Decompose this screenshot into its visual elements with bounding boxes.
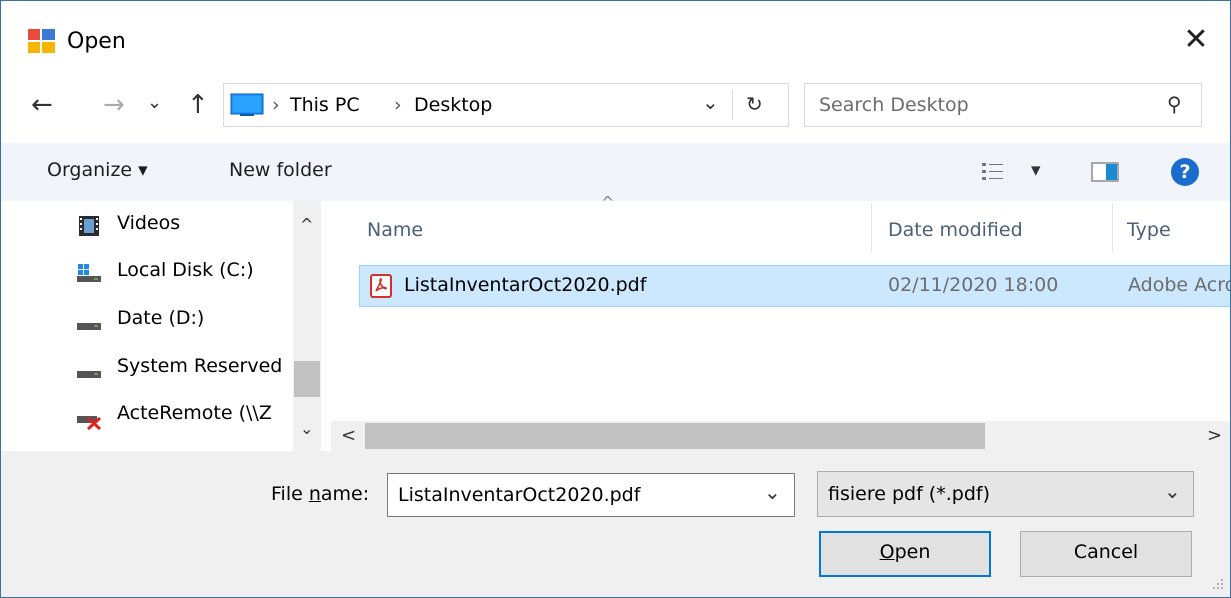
drive-icon (76, 357, 102, 381)
sidebar-item-date-drive[interactable]: Date (D:) (71, 299, 311, 345)
file-name-label-start: File (271, 483, 309, 505)
file-list-horizontal-scrollbar[interactable]: < > (331, 421, 1230, 451)
file-row[interactable]: ListaInventarOct2020.pdf 02/11/2020 18:0… (359, 265, 1230, 307)
file-type-filter-value: fisiere pdf (*.pdf) (828, 483, 990, 505)
up-button[interactable]: ↑ (187, 91, 209, 119)
cancel-button[interactable]: Cancel (1020, 531, 1192, 577)
sidebar-item-label: Local Disk (C:) (117, 259, 254, 281)
pdf-file-icon (370, 274, 392, 298)
open-dialog: Open ✕ ← → ⌄ ↑ › This PC › Desktop ⌄ ↻ S… (0, 0, 1231, 598)
search-icon[interactable]: ⚲ (1167, 92, 1182, 116)
drive-icon (76, 309, 102, 333)
sidebar-item-acteremote[interactable]: ActeRemote (\\Z (71, 394, 311, 440)
scroll-right-button[interactable]: > (1207, 425, 1222, 446)
sidebar-item-local-disk[interactable]: Local Disk (C:) (71, 251, 311, 297)
breadcrumb-separator: › (272, 94, 280, 116)
app-icon (27, 28, 57, 54)
file-type-filter-select[interactable]: fisiere pdf (*.pdf) ⌄ (817, 471, 1194, 517)
sidebar-item-label: Videos (117, 212, 181, 234)
column-header-label: Name (367, 219, 424, 241)
preview-pane-icon[interactable] (1091, 162, 1119, 182)
resize-grip-icon[interactable] (1209, 575, 1225, 591)
breadcrumb-desktop[interactable]: Desktop (414, 94, 492, 116)
sidebar-item-label: Date (D:) (117, 307, 205, 329)
open-mnemonic: O (879, 541, 895, 563)
column-header-name[interactable]: Name (359, 201, 871, 256)
address-bar[interactable]: › This PC › Desktop ⌄ ↻ (223, 83, 789, 127)
this-pc-icon (230, 93, 264, 117)
view-options-icon[interactable] (981, 161, 1005, 183)
scroll-thumb[interactable] (294, 361, 320, 397)
open-button[interactable]: Open (819, 531, 991, 577)
horizontal-scroll-thumb[interactable] (365, 423, 985, 449)
refresh-icon[interactable]: ↻ (746, 92, 763, 116)
videos-icon (76, 214, 102, 238)
file-type: Adobe Acrobat Document (1128, 274, 1230, 296)
scroll-down-button[interactable]: ⌄ (300, 419, 313, 438)
search-input[interactable]: Search Desktop (819, 94, 969, 116)
chevron-down-icon[interactable]: ⌄ (1164, 479, 1181, 503)
file-name-label-end: ame: (320, 483, 370, 505)
file-name-input[interactable]: ListaInventarOct2020.pdf (398, 484, 640, 506)
local-disk-icon (76, 261, 102, 285)
column-header-label: Type (1127, 219, 1171, 241)
command-bar: Organize ▾ New folder ▾ ? (1, 143, 1230, 201)
network-drive-disconnected-icon (76, 404, 102, 431)
breadcrumb-this-pc[interactable]: This PC (290, 94, 360, 116)
sidebar-scrollbar[interactable]: ^ ⌄ (293, 201, 321, 451)
view-dropdown-button[interactable]: ▾ (1031, 159, 1041, 181)
organize-button[interactable]: Organize ▾ (47, 159, 148, 181)
file-name-label: File name: (271, 483, 369, 505)
scroll-left-button[interactable]: < (341, 425, 356, 446)
recent-locations-button[interactable]: ⌄ (147, 89, 162, 117)
title-bar: Open ✕ (1, 1, 1230, 85)
sidebar-item-videos[interactable]: Videos (71, 204, 311, 250)
help-icon[interactable]: ? (1171, 158, 1199, 186)
column-header-type[interactable]: Type (1113, 201, 1230, 256)
scroll-up-button[interactable]: ^ (300, 215, 313, 234)
breadcrumb-separator: › (394, 94, 402, 116)
new-folder-button[interactable]: New folder (229, 159, 332, 181)
chevron-down-icon[interactable]: ⌄ (764, 480, 781, 504)
back-button[interactable]: ← (31, 91, 53, 119)
sidebar-item-label: ActeRemote (\\Z (117, 402, 272, 424)
column-header-date-modified[interactable]: Date modified (872, 201, 1112, 256)
sidebar-item-label: System Reserved (117, 355, 283, 377)
dialog-footer: File name: ListaInventarOct2020.pdf ⌄ fi… (1, 451, 1230, 597)
close-button[interactable]: ✕ (1179, 23, 1213, 57)
window-title: Open (67, 29, 126, 54)
file-name: ListaInventarOct2020.pdf (404, 274, 647, 296)
search-box[interactable]: Search Desktop ⚲ (804, 83, 1202, 127)
sidebar-item-system-reserved[interactable]: System Reserved (71, 347, 311, 393)
file-name-label-mnemonic: n (308, 483, 321, 505)
column-header-label: Date modified (888, 219, 1023, 241)
open-label-rest: pen (894, 541, 931, 563)
address-dropdown-button[interactable]: ⌄ (702, 90, 719, 114)
address-divider (732, 90, 733, 120)
file-date: 02/11/2020 18:00 (888, 274, 1059, 296)
file-name-combobox[interactable]: ListaInventarOct2020.pdf ⌄ (387, 473, 795, 517)
forward-button[interactable]: → (103, 91, 125, 119)
